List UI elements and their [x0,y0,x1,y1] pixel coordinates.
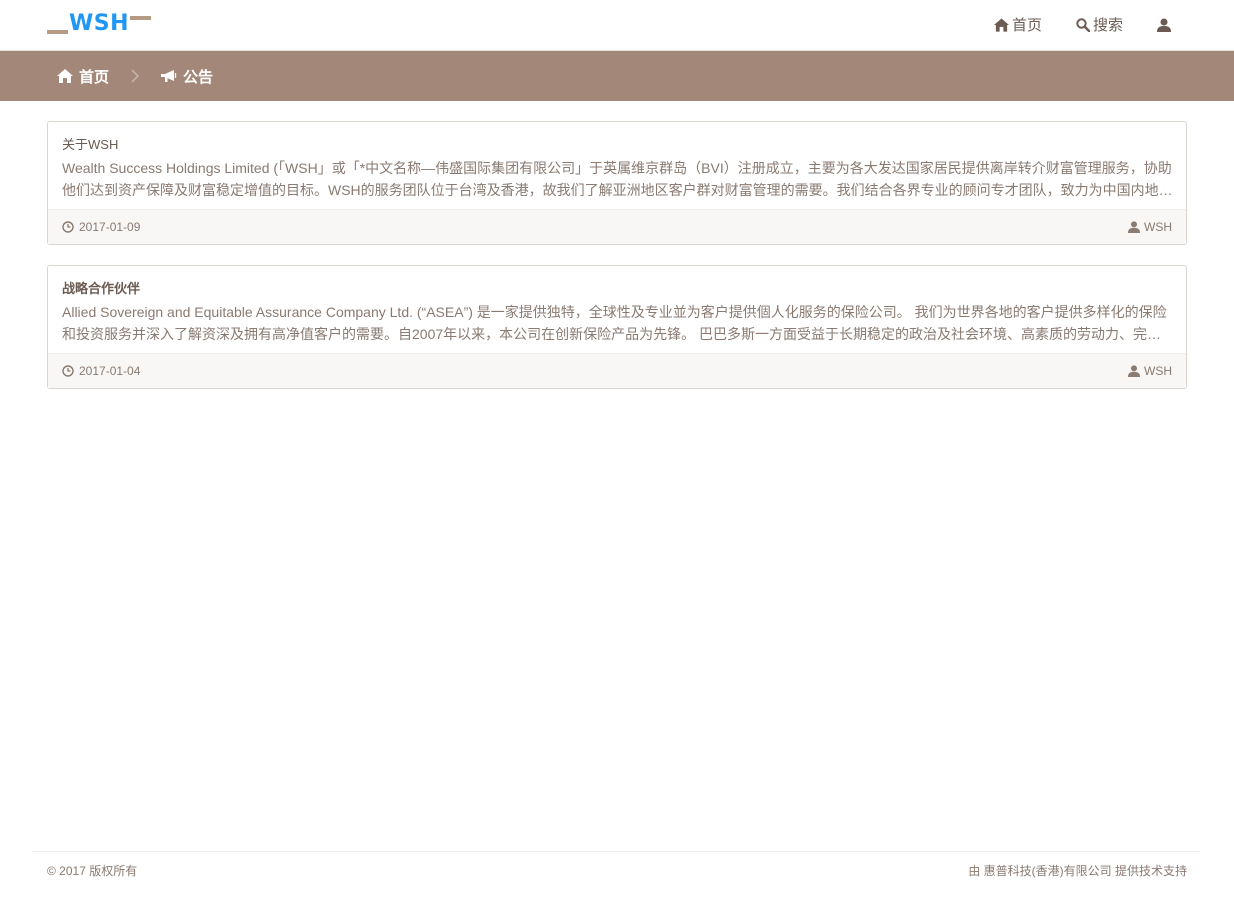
top-navbar: WSH 首页 搜索 [0,0,1234,51]
breadcrumb-current[interactable]: 公告 [160,51,213,101]
post-excerpt: Allied Sovereign and Equitable Assurance… [62,304,1167,342]
logo-accent-right [130,16,151,20]
breadcrumb-current-label: 公告 [183,68,214,86]
home-icon [993,17,1009,32]
logo-accent-left [47,30,68,34]
megaphone-icon [161,70,177,82]
nav-search-label: 搜索 [1092,17,1123,34]
user-icon [1157,18,1171,32]
post-author: WSH [1128,364,1172,378]
breadcrumb: 首页 公告 [0,51,1234,101]
post-title[interactable]: 关于WSH [62,134,118,153]
logo-text: WSH [69,11,130,36]
post-card[interactable]: 关于WSH Wealth Success Holdings Limited (「… [47,121,1187,245]
post-title[interactable]: 战略合作伙伴 [62,278,140,297]
user-icon [1128,365,1140,377]
post-excerpt: Wealth Success Holdings Limited (「WSH」或「… [62,160,1173,198]
search-icon [1076,17,1090,32]
post-meta: 2017-01-09 WSH [48,209,1186,244]
nav-home-label: 首页 [1011,17,1042,34]
clock-icon [62,221,74,233]
nav-home-link[interactable]: 首页 [993,14,1042,35]
breadcrumb-home-label: 首页 [79,68,110,86]
clock-icon [62,365,74,377]
home-icon [57,69,73,83]
brand-logo[interactable]: WSH [47,12,151,36]
footer-support: 由 惠普科技(香港)有限公司 提供技术支持 [968,864,1187,878]
main-nav: 首页 搜索 [960,14,1174,35]
footer-divider [32,851,1200,852]
footer-copyright: © 2017 版权所有 [47,864,138,878]
post-author: WSH [1128,220,1172,234]
user-icon [1128,221,1140,233]
post-author-name: WSH [1144,220,1172,234]
post-date-text: 2017-01-04 [79,364,141,378]
nav-search-link[interactable]: 搜索 [1076,14,1123,35]
post-meta: 2017-01-04 WSH [48,353,1186,388]
nav-user-link[interactable] [1157,18,1174,32]
chevron-right-icon [131,69,140,83]
post-author-name: WSH [1144,364,1172,378]
post-card[interactable]: 战略合作伙伴 Allied Sovereign and Equitable As… [47,265,1187,389]
post-date: 2017-01-04 [62,364,140,378]
post-date-text: 2017-01-09 [79,220,141,234]
post-date: 2017-01-09 [62,220,140,234]
breadcrumb-home[interactable]: 首页 [57,51,109,101]
